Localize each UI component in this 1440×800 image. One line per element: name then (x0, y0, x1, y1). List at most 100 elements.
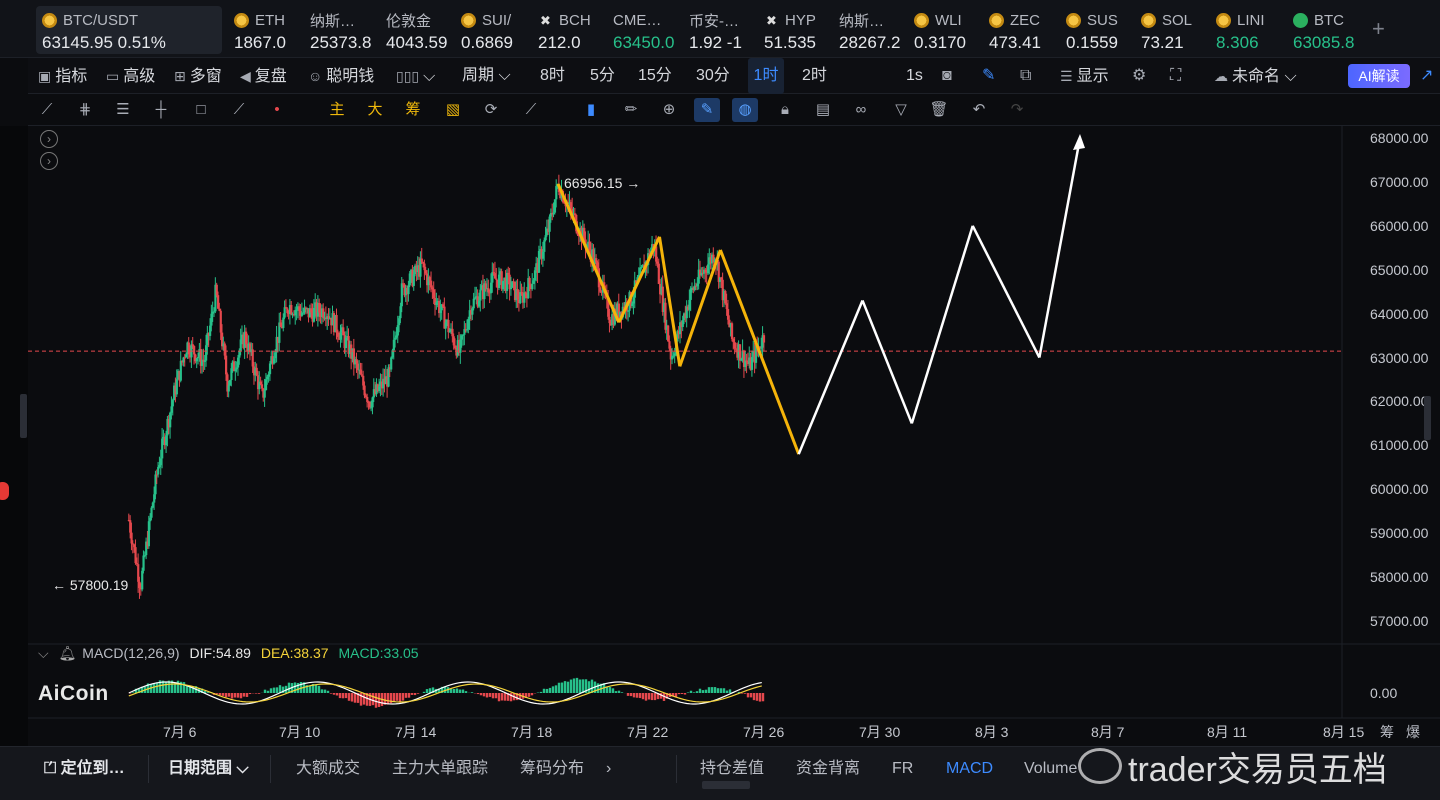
ticker-item-15[interactable]: BTC 63085.8 (1287, 6, 1357, 54)
draw-pen-icon[interactable]: ✎ (982, 58, 995, 94)
sync-icon[interactable]: ⟳ (478, 98, 504, 122)
ticker-item-6[interactable]: CME… 63450.0 (607, 6, 677, 54)
notification-badge[interactable] (0, 482, 9, 500)
ticker-item-4[interactable]: SUI/0.6869 (455, 6, 525, 54)
main-force-button[interactable]: 主 (324, 98, 350, 122)
period-1s[interactable]: 1s (906, 58, 923, 94)
bottom-resize-handle[interactable] (702, 781, 750, 789)
expand-chevron-icon[interactable]: › (40, 152, 58, 170)
link-icon[interactable]: ∞ (848, 98, 874, 122)
collapse-chevron-icon[interactable]: ⌵ (38, 645, 49, 661)
zoom-in-icon[interactable]: ⊕ (656, 98, 682, 122)
settings-gear-icon[interactable]: ⚙ (1132, 58, 1146, 94)
template-icon[interactable]: ▤ (810, 98, 836, 122)
fullscreen-icon[interactable]: ⛶ (1170, 58, 1181, 94)
ruler-icon[interactable]: ✏ (618, 98, 644, 122)
ticker-item-11[interactable]: ZEC 473.41 (983, 6, 1053, 54)
scroll-right-chevron-icon[interactable]: › (606, 747, 611, 791)
big-order-button[interactable]: 大 (362, 98, 388, 122)
ticker-item-8[interactable]: ✖ HYP 51.535 (758, 6, 828, 54)
rectangle-icon[interactable]: □ (188, 98, 214, 122)
replay-button[interactable]: ◀ 复盘 (240, 58, 287, 94)
macd-tab[interactable]: MACD (946, 747, 993, 791)
price-chart[interactable]: › › 66956.15 → ← 57800.19 68000.00 67000.… (28, 126, 1440, 746)
period-30m[interactable]: 30分 (696, 58, 730, 94)
locate-button[interactable]: ⏍ 定位到… (44, 747, 125, 791)
ai-analysis-button[interactable]: AI解读 (1348, 64, 1410, 88)
fund-divergence-tab[interactable]: 资金背离 (796, 747, 860, 791)
period-8h[interactable]: 8时 (540, 58, 565, 94)
layout-name-dropdown[interactable]: ☁ 未命名 ⌵ (1214, 58, 1297, 94)
ticker-item-7[interactable]: 币安-… 1.92 -1 (683, 6, 753, 54)
period-5m[interactable]: 5分 (590, 58, 615, 94)
chart-tool-icon[interactable]: ⟋ (518, 98, 544, 122)
macd-histogram-bar (629, 693, 633, 697)
big-trades-tab[interactable]: 大额成交 (296, 747, 360, 791)
macd-histogram-bar (152, 683, 156, 693)
period-1h[interactable]: 1时 (748, 58, 784, 94)
smart-money-button[interactable]: ☺ 聪明钱 (308, 58, 374, 94)
ticker-item-12[interactable]: SUS 0.1559 (1060, 6, 1130, 54)
macd-histogram-bar (314, 684, 318, 693)
right-collapse-handle[interactable] (1424, 396, 1431, 440)
ticker-item-2[interactable]: 纳斯… 25373.8 (304, 6, 374, 54)
pattern-icon[interactable]: ▧ (440, 98, 466, 122)
ticker-price: 212.0 (538, 33, 581, 52)
alert-bell-icon[interactable]: 🔔︎ (59, 645, 77, 661)
period-15m[interactable]: 15分 (638, 58, 672, 94)
macd-histogram-bar (503, 693, 507, 701)
bookmark-icon[interactable]: ▮ (578, 98, 604, 122)
ticker-item-3[interactable]: 伦敦金 4043.59 (380, 6, 450, 54)
cross-line-icon[interactable]: ┼ (148, 98, 174, 122)
left-collapse-handle[interactable] (20, 394, 27, 438)
more-dot-icon[interactable]: • (264, 98, 290, 122)
advanced-button[interactable]: ▭ 高级 (106, 58, 155, 94)
chips-side-label[interactable]: 筹 (1380, 722, 1394, 742)
ticker-item-10[interactable]: WLI 0.3170 (908, 6, 978, 54)
magnet-icon[interactable]: ◍ (732, 98, 758, 122)
display-button[interactable]: ☰ 显示 (1060, 58, 1109, 94)
undo-icon[interactable]: ↶ (966, 98, 992, 122)
date-range-dropdown[interactable]: 日期范围 ⌵ (168, 747, 249, 791)
macd-header: ⌵ 🔔︎ MACD(12,26,9) DIF:54.89 DEA:38.37 MA… (38, 645, 425, 662)
period-dropdown[interactable]: 周期 ⌵ (462, 58, 511, 94)
macd-histogram-bar (485, 693, 489, 698)
trash-icon[interactable]: 🗑︎ (926, 98, 952, 122)
horizontal-lines-icon[interactable]: ☰ (110, 98, 136, 122)
liquidation-side-label[interactable]: 爆 (1406, 722, 1420, 742)
ticker-item-0[interactable]: BTC/USDT 63145.95 0.51% (36, 6, 222, 54)
camera-icon[interactable]: ◙ (942, 58, 952, 94)
chip-distribution-tab[interactable]: 筹码分布 (520, 747, 584, 791)
redo-icon[interactable]: ↷ (1004, 98, 1030, 122)
macd-zero-label: 0.00 (1370, 685, 1398, 701)
main-force-tab[interactable]: 主力大单跟踪 (392, 747, 488, 791)
macd-histogram-bar (410, 693, 414, 695)
ticker-name: LINI (1216, 10, 1274, 30)
macd-histogram-bar (701, 690, 705, 693)
period-2h[interactable]: 2时 (802, 58, 827, 94)
trend-line-icon[interactable]: ⟋ (34, 98, 60, 122)
volume-tab[interactable]: Volume (1024, 747, 1077, 791)
ticker-item-9[interactable]: 纳斯… 28267.2 (833, 6, 903, 54)
share-icon[interactable]: ↗ (1420, 58, 1433, 94)
ticker-item-1[interactable]: ETH 1867.0 (228, 6, 298, 54)
indicators-button[interactable]: ▣ 指标 (38, 58, 87, 94)
chips-button[interactable]: 筹 (400, 98, 426, 122)
high-price-tag: 66956.15 → (564, 175, 641, 191)
lock-icon[interactable]: 🔒︎ (772, 98, 798, 122)
ticker-item-5[interactable]: ✖ BCH 212.0 (532, 6, 602, 54)
left-rail (0, 126, 28, 746)
ticker-item-13[interactable]: SOL 73.21 (1135, 6, 1205, 54)
funding-rate-tab[interactable]: FR (892, 747, 913, 791)
filter-icon[interactable]: ▽ (888, 98, 914, 122)
ticker-item-14[interactable]: LINI 8.306 (1210, 6, 1280, 54)
multi-window-button[interactable]: ⊞ 多窗 (174, 58, 222, 94)
draw-mode-icon[interactable]: ✎ (694, 98, 720, 122)
parallel-channel-icon[interactable]: ⋕ (72, 98, 98, 122)
chart-type-dropdown[interactable]: ▯▯▯ ⌵ (396, 58, 435, 94)
add-ticker-plus-icon[interactable]: + (1372, 16, 1385, 42)
new-window-icon[interactable]: ⧉ (1020, 58, 1031, 94)
expand-chevron-icon[interactable]: › (40, 130, 58, 148)
brush-icon[interactable]: ⟋ (226, 98, 252, 122)
macd-histogram-bar (680, 693, 684, 695)
